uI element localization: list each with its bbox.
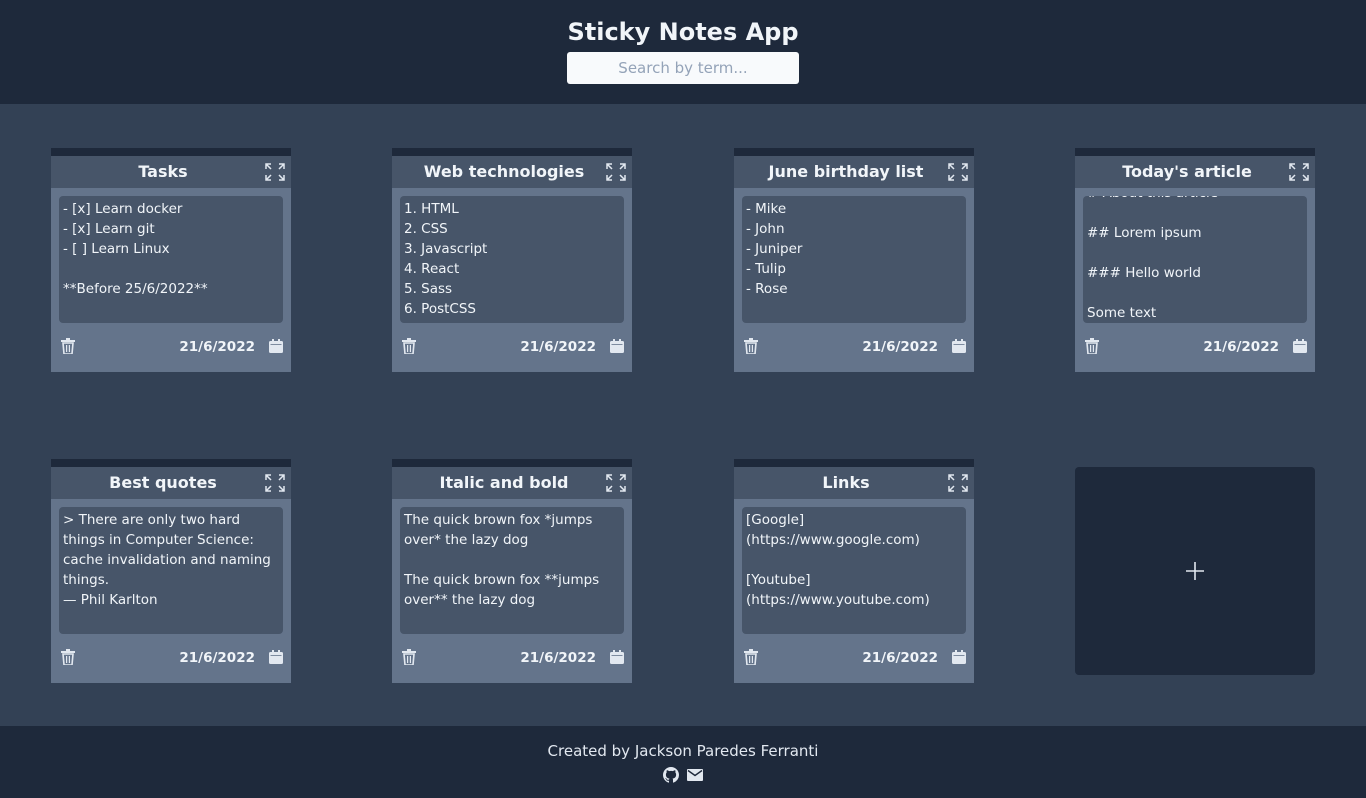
note-title: Best quotes: [109, 473, 217, 492]
trash-icon[interactable]: [61, 649, 75, 665]
note-text: # About this article ## Lorem ipsum ### …: [1087, 196, 1218, 321]
note-header: Today's article: [1075, 156, 1315, 188]
note-content[interactable]: > There are only two hard things in Comp…: [59, 507, 283, 634]
github-icon[interactable]: [663, 767, 679, 783]
trash-icon[interactable]: [61, 338, 75, 354]
calendar-icon: [269, 650, 283, 664]
note-footer: 21/6/2022: [1075, 336, 1315, 360]
note-content[interactable]: # About this article ## Lorem ipsum ### …: [1083, 196, 1307, 323]
expand-icon[interactable]: [265, 474, 285, 492]
note-date: 21/6/2022: [520, 650, 596, 666]
note-card: Links [Google] (https://www.google.com) …: [734, 459, 974, 683]
note-header: Italic and bold: [392, 467, 632, 499]
note-date: 21/6/2022: [520, 339, 596, 355]
note-card: Italic and bold The quick brown fox *jum…: [392, 459, 632, 683]
note-footer: 21/6/2022: [734, 336, 974, 360]
trash-icon[interactable]: [744, 338, 758, 354]
note-footer: 21/6/2022: [51, 647, 291, 671]
note-header: Tasks: [51, 156, 291, 188]
note-footer: 21/6/2022: [392, 647, 632, 671]
note-content[interactable]: The quick brown fox *jumps over* the laz…: [400, 507, 624, 634]
note-card: Web technologies 1. HTML 2. CSS 3. Javas…: [392, 148, 632, 372]
note-text: > There are only two hard things in Comp…: [63, 512, 271, 634]
app-footer: Created by Jackson Paredes Ferranti: [0, 726, 1366, 798]
expand-icon[interactable]: [606, 163, 626, 181]
note-card: Today's article # About this article ## …: [1075, 148, 1315, 372]
trash-icon[interactable]: [1085, 338, 1099, 354]
plus-icon: [1186, 562, 1204, 580]
note-header: Web technologies: [392, 156, 632, 188]
note-content[interactable]: - [x] Learn docker - [x] Learn git - [ ]…: [59, 196, 283, 323]
add-note-button[interactable]: [1075, 467, 1315, 675]
expand-icon[interactable]: [948, 474, 968, 492]
note-title: Web technologies: [423, 162, 585, 181]
note-text: - Mike - John - Juniper - Tulip - Rose: [746, 201, 803, 297]
note-footer: 21/6/2022: [392, 336, 632, 360]
mail-icon[interactable]: [687, 769, 703, 781]
note-content[interactable]: 1. HTML 2. CSS 3. Javascript 4. React 5.…: [400, 196, 624, 323]
calendar-icon: [269, 339, 283, 353]
note-footer: 21/6/2022: [734, 647, 974, 671]
note-text: - [x] Learn docker - [x] Learn git - [ ]…: [63, 201, 208, 297]
expand-icon[interactable]: [1289, 163, 1309, 181]
note-title: June birthday list: [768, 162, 924, 181]
search-input[interactable]: [567, 52, 799, 84]
note-text: [Google] (https://www.google.com) [Youtu…: [746, 512, 930, 608]
calendar-icon: [610, 339, 624, 353]
note-title: Italic and bold: [439, 473, 569, 492]
note-title: Tasks: [138, 162, 188, 181]
note-text: 1. HTML 2. CSS 3. Javascript 4. React 5.…: [404, 201, 488, 317]
calendar-icon: [952, 650, 966, 664]
trash-icon[interactable]: [402, 338, 416, 354]
note-title: Today's article: [1122, 162, 1252, 181]
note-text: The quick brown fox *jumps over* the laz…: [404, 512, 600, 608]
calendar-icon: [952, 339, 966, 353]
trash-icon[interactable]: [402, 649, 416, 665]
note-content[interactable]: [Google] (https://www.google.com) [Youtu…: [742, 507, 966, 634]
note-card: Tasks - [x] Learn docker - [x] Learn git…: [51, 148, 291, 372]
note-header: June birthday list: [734, 156, 974, 188]
note-header: Links: [734, 467, 974, 499]
footer-credit: Created by Jackson Paredes Ferranti: [547, 742, 819, 760]
expand-icon[interactable]: [265, 163, 285, 181]
note-date: 21/6/2022: [1203, 339, 1279, 355]
note-footer: 21/6/2022: [51, 336, 291, 360]
calendar-icon: [610, 650, 624, 664]
note-date: 21/6/2022: [179, 339, 255, 355]
note-date: 21/6/2022: [862, 650, 938, 666]
note-title: Links: [822, 473, 870, 492]
expand-icon[interactable]: [606, 474, 626, 492]
note-card: June birthday list - Mike - John - Junip…: [734, 148, 974, 372]
calendar-icon: [1293, 339, 1307, 353]
note-content[interactable]: - Mike - John - Juniper - Tulip - Rose: [742, 196, 966, 323]
app-header: Sticky Notes App: [0, 0, 1366, 104]
trash-icon[interactable]: [744, 649, 758, 665]
note-date: 21/6/2022: [862, 339, 938, 355]
note-header: Best quotes: [51, 467, 291, 499]
expand-icon[interactable]: [948, 163, 968, 181]
note-card: Best quotes > There are only two hard th…: [51, 459, 291, 683]
app-title: Sticky Notes App: [567, 18, 799, 46]
note-date: 21/6/2022: [179, 650, 255, 666]
